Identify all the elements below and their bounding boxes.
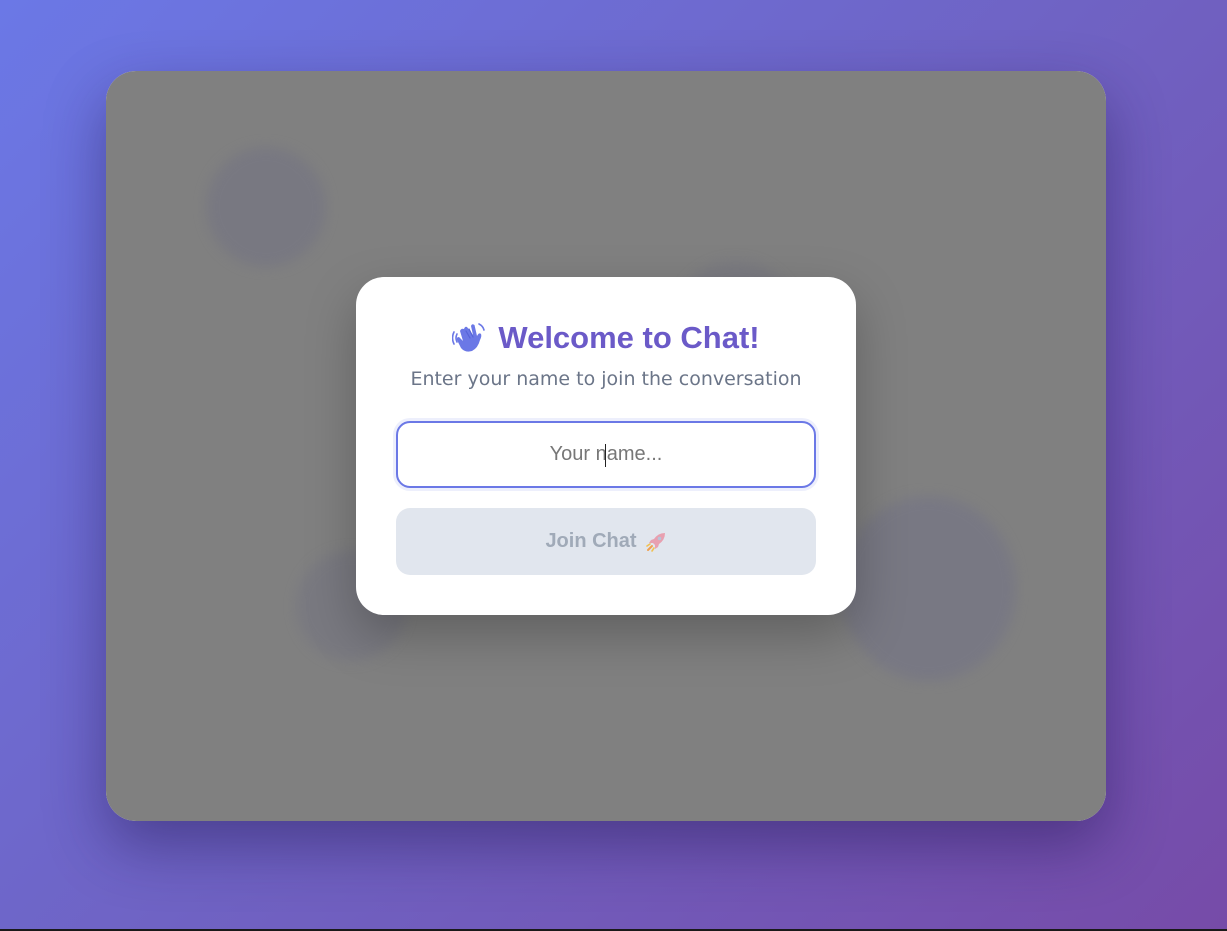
decorative-blob bbox=[841, 496, 1016, 681]
join-chat-button-label: Join Chat bbox=[545, 530, 637, 552]
modal-subtitle: Enter your name to join the conversation bbox=[410, 368, 802, 390]
modal-title-text: Welcome to Chat! bbox=[498, 320, 760, 355]
waving-hand-icon bbox=[452, 320, 486, 354]
join-chat-modal: Welcome to Chat! Enter your name to join… bbox=[356, 277, 856, 615]
decorative-blob bbox=[206, 147, 326, 267]
text-caret bbox=[605, 444, 606, 467]
modal-title: Welcome to Chat! bbox=[356, 319, 856, 357]
name-input[interactable] bbox=[396, 421, 816, 488]
rocket-icon bbox=[645, 531, 667, 553]
app-window: Welcome to Chat! Enter your name to join… bbox=[106, 71, 1106, 821]
join-chat-button[interactable]: Join Chat bbox=[396, 508, 816, 575]
